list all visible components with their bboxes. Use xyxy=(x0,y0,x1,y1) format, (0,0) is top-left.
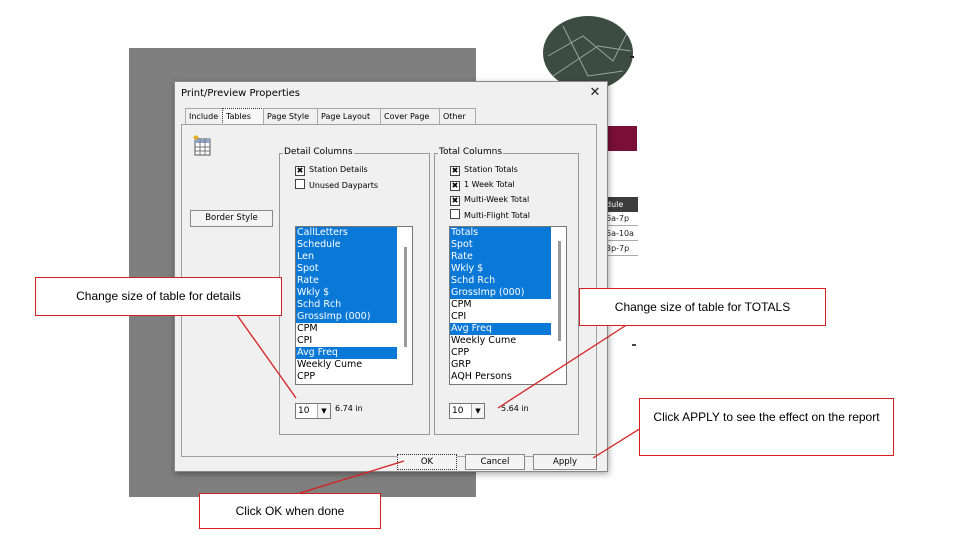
callout-arrows xyxy=(236,314,642,494)
arrow-apply xyxy=(592,427,642,459)
callout-totals: Change size of table for TOTALS xyxy=(579,288,826,326)
arrow-ok xyxy=(299,460,405,494)
callout-apply: Click APPLY to see the effect on the rep… xyxy=(639,398,894,456)
callout-ok: Click OK when done xyxy=(199,493,381,529)
callout-details: Change size of table for details xyxy=(35,277,282,316)
arrow-totals xyxy=(497,323,629,409)
arrow-details xyxy=(236,314,297,399)
